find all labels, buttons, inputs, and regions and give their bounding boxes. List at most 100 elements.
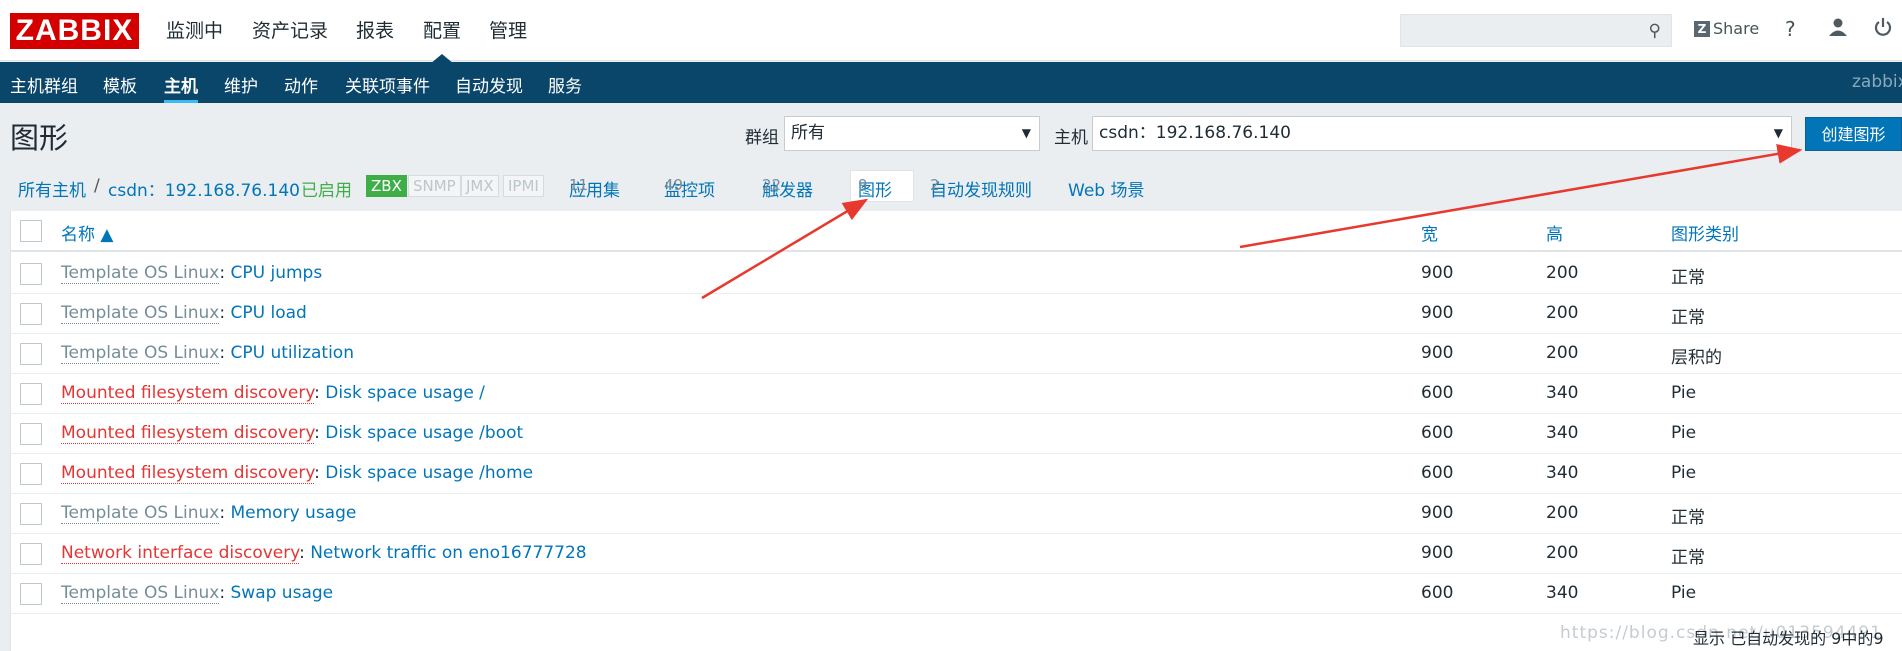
row-checkbox[interactable] [20,463,42,485]
table-row: Network interface discovery: Network tra… [11,534,1902,574]
graph-width: 600 [1421,583,1454,603]
graph-source-link[interactable]: Mounted filesystem discovery [61,423,315,444]
table-header: 名称 ▲ 宽 高 图形类别 [11,211,1902,252]
subnav-actions[interactable]: 动作 [284,72,318,97]
power-icon[interactable] [1873,17,1893,42]
graph-name-link[interactable]: Memory usage [231,503,357,523]
page-title: 图形 [10,121,69,155]
graph-name-link[interactable]: CPU utilization [231,343,354,363]
column-width[interactable]: 宽 [1421,220,1438,245]
graph-name-link[interactable]: CPU jumps [231,263,323,283]
graph-width: 900 [1421,303,1454,323]
name-separator: : [314,423,320,443]
table-row: Mounted filesystem discovery: Disk space… [11,374,1902,414]
name-separator: : [314,463,320,483]
row-checkbox[interactable] [20,383,42,405]
subnav-host-groups[interactable]: 主机群组 [10,72,78,97]
subnav-discovery[interactable]: 自动发现 [455,72,523,97]
subnav-hosts[interactable]: 主机 [164,72,198,103]
row-checkbox[interactable] [20,303,42,325]
graph-height: 340 [1546,423,1579,443]
nav-configuration[interactable]: 配置 [423,16,461,64]
zabbix-logo[interactable]: ZABBIX [10,13,139,49]
graph-type: 正常 [1671,548,1705,568]
graph-source-link[interactable]: Template OS Linux [61,583,220,604]
table-row: Mounted filesystem discovery: Disk space… [11,454,1902,494]
graph-name-link[interactable]: Disk space usage / [325,383,485,403]
nav-reports[interactable]: 报表 [356,16,394,43]
dropdown-arrow-icon: ▼ [1021,126,1031,140]
graph-type: 正常 [1671,508,1705,528]
graph-source-link[interactable]: Template OS Linux [61,503,220,524]
share-label: Share [1713,19,1760,38]
graph-source-link[interactable]: Network interface discovery [61,543,300,564]
row-checkbox[interactable] [20,263,42,285]
graph-name-cell: Template OS Linux: Memory usage [61,503,357,524]
row-checkbox[interactable] [20,503,42,525]
graph-source-link[interactable]: Template OS Linux [61,303,220,324]
row-checkbox[interactable] [20,543,42,565]
graph-name-link[interactable]: CPU load [231,303,307,323]
row-checkbox[interactable] [20,583,42,605]
graph-name-cell: Template OS Linux: CPU load [61,303,307,324]
breadcrumb-separator: / [94,176,100,196]
graph-name-cell: Template OS Linux: CPU jumps [61,263,323,284]
help-icon[interactable]: ? [1785,17,1796,41]
graph-type: 正常 [1671,268,1705,288]
breadcrumb-all-hosts[interactable]: 所有主机 [18,176,86,201]
create-graph-button[interactable]: 创建图形 [1805,117,1902,151]
graph-height: 200 [1546,503,1579,523]
share-button[interactable]: Z Share [1694,19,1759,38]
column-height[interactable]: 高 [1546,220,1563,245]
graphs-table: 名称 ▲ 宽 高 图形类别 Template OS Linux: CPU jum… [10,211,1902,651]
subnav-correlation[interactable]: 关联项事件 [345,72,430,97]
graph-name-link[interactable]: Network traffic on eno16777728 [310,543,586,563]
ipmi-availability-tag: IPMI [503,175,544,197]
graph-width: 900 [1421,263,1454,283]
nav-monitoring[interactable]: 监测中 [166,16,223,43]
graph-name-link[interactable]: Disk space usage /home [325,463,533,483]
graph-name-cell: Template OS Linux: Swap usage [61,583,334,604]
graph-height: 340 [1546,463,1579,483]
name-separator: : [219,303,226,323]
group-select-value: 所有 [791,123,825,143]
row-checkbox[interactable] [20,423,42,445]
subnav-templates[interactable]: 模板 [103,72,137,97]
column-graph-type[interactable]: 图形类别 [1671,220,1739,245]
graph-name-link[interactable]: Disk space usage /boot [325,423,523,443]
graph-name-cell: Network interface discovery: Network tra… [61,543,587,564]
snmp-availability-tag: SNMP [408,175,461,197]
nav-administration[interactable]: 管理 [489,16,527,43]
row-checkbox[interactable] [20,343,42,365]
graph-height: 200 [1546,543,1579,563]
subnav-services[interactable]: 服务 [548,72,582,97]
user-icon[interactable] [1828,17,1848,42]
host-status: 已启用 [301,181,352,201]
subnav-maintenance[interactable]: 维护 [224,72,258,97]
graph-source-link[interactable]: Mounted filesystem discovery [61,383,315,404]
graph-source-link[interactable]: Mounted filesystem discovery [61,463,315,484]
graph-height: 200 [1546,343,1579,363]
host-select[interactable]: csdn：192.168.76.140 ▼ [1092,116,1792,151]
table-row: Mounted filesystem discovery: Disk space… [11,414,1902,454]
name-separator: : [219,583,226,603]
column-name[interactable]: 名称 ▲ [61,220,113,245]
graph-name-cell: Mounted filesystem discovery: Disk space… [61,463,533,484]
graph-width: 900 [1421,503,1454,523]
subnav-user: zabbix [1852,72,1902,92]
breadcrumb-host[interactable]: csdn：192.168.76.140 [108,176,300,201]
graph-width: 600 [1421,463,1454,483]
jmx-availability-tag: JMX [461,175,499,197]
sub-nav: 主机群组 模板 主机 维护 动作 关联项事件 自动发现 服务 zabbix [0,62,1902,103]
group-select[interactable]: 所有 ▼ [784,116,1040,151]
graph-source-link[interactable]: Template OS Linux [61,263,220,284]
select-all-checkbox[interactable] [20,220,42,242]
graph-source-link[interactable]: Template OS Linux [61,343,220,364]
search-icon[interactable]: ⚲ [1649,21,1661,41]
name-separator: : [219,503,226,523]
table-footer-count: 显示 已自动发现的 9中的9 [1693,629,1884,648]
nav-inventory[interactable]: 资产记录 [252,16,328,43]
graph-height: 340 [1546,583,1579,603]
graph-name-link[interactable]: Swap usage [231,583,334,603]
search-input[interactable]: ⚲ [1400,14,1672,47]
